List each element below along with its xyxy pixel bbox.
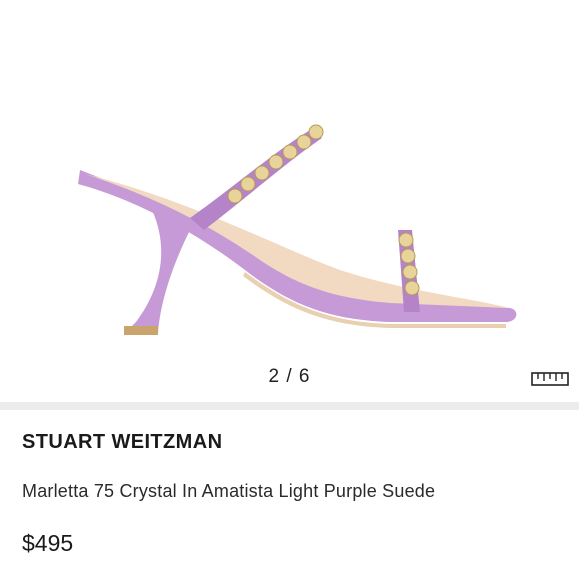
image-pager: 2 / 6 xyxy=(268,366,311,387)
heel-tip xyxy=(124,326,158,335)
product-title: Marletta 75 Crystal In Amatista Light Pu… xyxy=(22,481,436,501)
product-image[interactable] xyxy=(40,100,540,360)
section-divider xyxy=(0,402,579,410)
product-price: $495 xyxy=(22,530,74,556)
product-image-gallery[interactable]: 2 / 6 xyxy=(0,0,579,400)
ruler-icon[interactable] xyxy=(531,369,569,386)
shoe-heel xyxy=(124,210,190,334)
product-brand[interactable]: STUART WEITZMAN xyxy=(22,431,222,454)
